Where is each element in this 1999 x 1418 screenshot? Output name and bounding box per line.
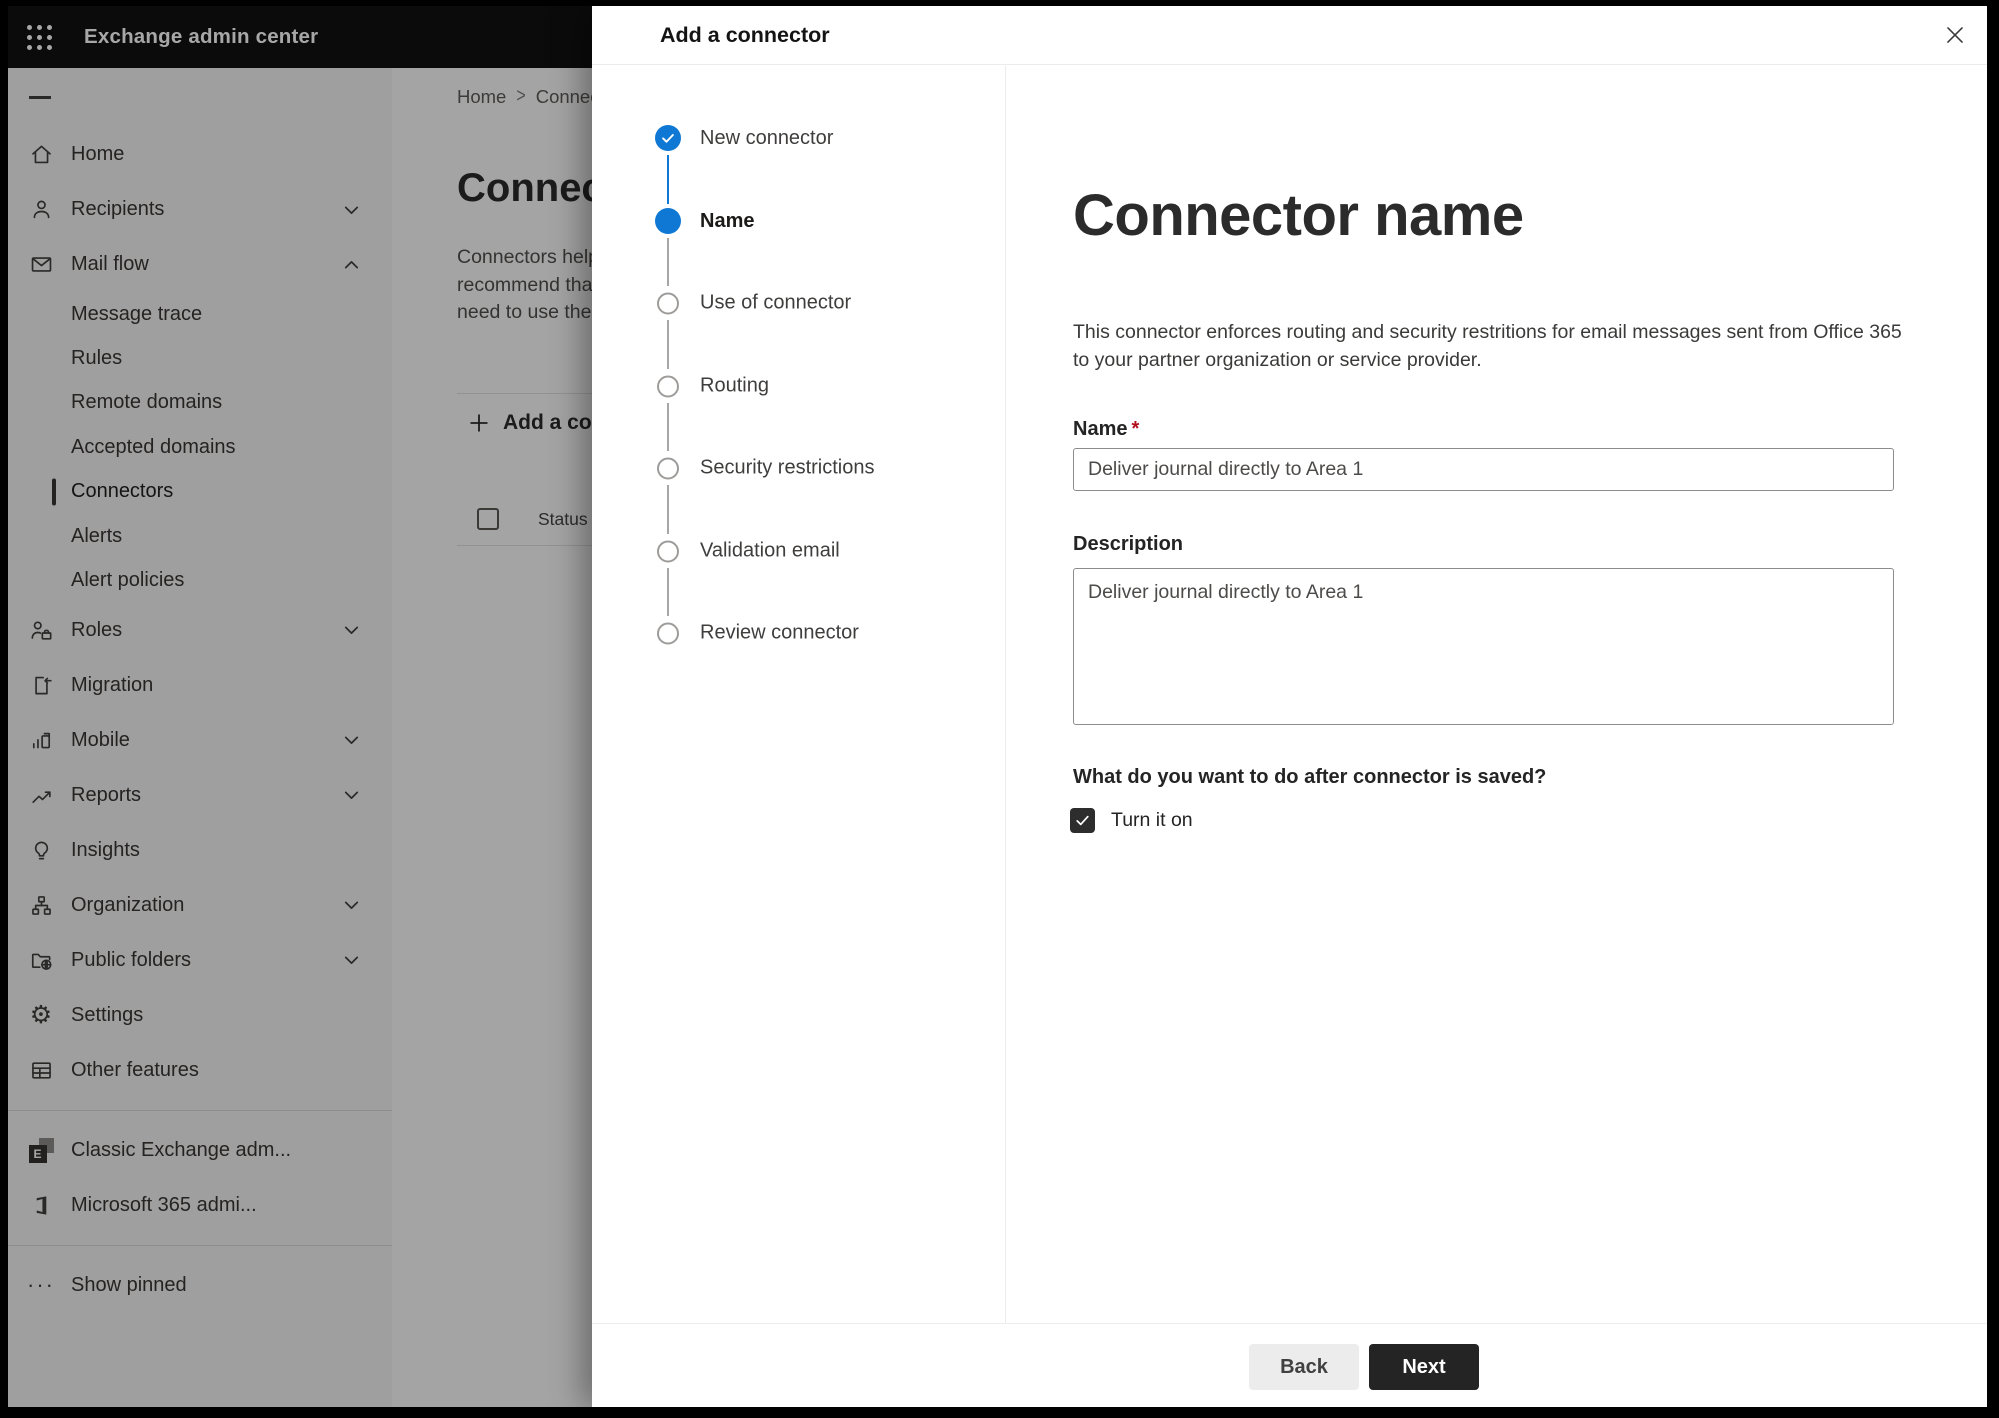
step-connector-line [666,403,670,451]
wizard-step-routing[interactable]: Routing [655,375,769,398]
step-indicator [657,375,679,397]
wizard-step-review-connector[interactable]: Review connector [655,622,859,645]
step-indicator [657,622,679,644]
step-indicator [657,457,679,479]
wizard-steps: New connector Name Use of connector Rout… [592,6,1005,1323]
step-indicator [655,125,681,151]
step-indicator [657,292,679,314]
screenshot-frame: Exchange admin center Home Recipients Ma… [0,0,1999,1418]
step-connector-line [666,485,670,534]
after-save-question: What do you want to do after connector i… [1073,766,1547,788]
step-connector-line [666,238,670,286]
step-indicator [655,208,681,234]
wizard-divider [1005,66,1006,1324]
close-icon [1947,27,1963,43]
close-button[interactable] [1937,17,1973,53]
step-indicator [657,540,679,562]
wizard-step-use-of-connector[interactable]: Use of connector [655,292,851,315]
checkbox-checked[interactable] [1070,808,1095,833]
required-marker: * [1131,418,1140,440]
step-connector-line [666,155,670,204]
back-button[interactable]: Back [1249,1344,1359,1390]
wizard-step-security-restrictions[interactable]: Security restrictions [655,457,875,480]
wizard-step-new-connector[interactable]: New connector [655,125,833,151]
turn-it-on-label: Turn it on [1111,809,1193,831]
next-button[interactable]: Next [1369,1344,1479,1390]
wizard-step-name[interactable]: Name [655,208,754,234]
turn-it-on-checkbox-row[interactable]: Turn it on [1070,808,1193,833]
step-page-description: This connector enforces routing and secu… [1073,321,1902,371]
step-connector-line [666,568,670,616]
description-field-label: Description [1073,533,1184,555]
add-connector-dialog: Add a connector New connector Name Use o… [592,6,1987,1407]
step-page-title: Connector name [1073,183,1524,248]
name-input[interactable] [1073,448,1894,491]
name-field-label: Name * [1073,418,1140,440]
dialog-footer: Back Next [592,1323,1987,1407]
wizard-step-validation-email[interactable]: Validation email [655,540,840,563]
step-connector-line [666,320,670,369]
screen: Exchange admin center Home Recipients Ma… [8,6,1987,1407]
description-input[interactable]: Deliver journal directly to Area 1 [1073,568,1894,725]
checkmark-icon [1076,815,1089,826]
